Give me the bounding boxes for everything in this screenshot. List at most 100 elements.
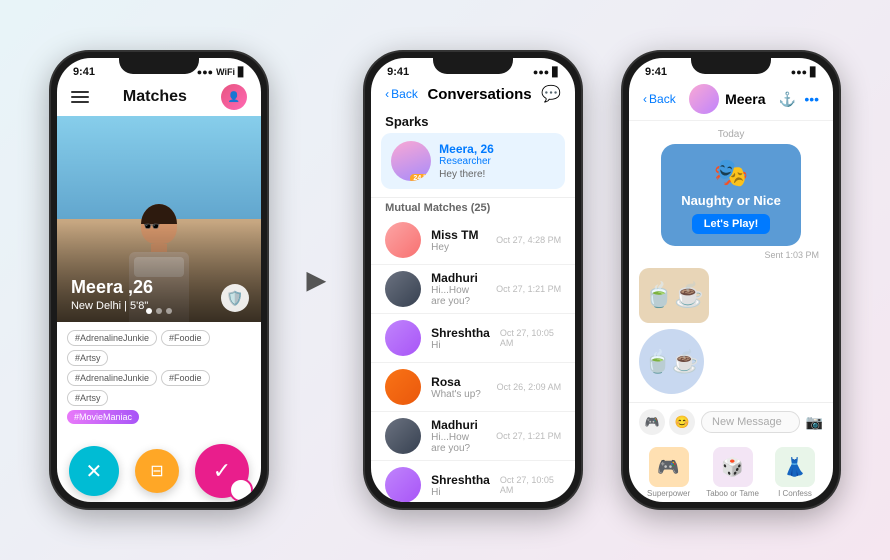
conv-avatar-4 [385,369,421,405]
conv-msg-4: What's up? [431,389,486,400]
superpower-label: Superpower [647,489,690,498]
bottom-stickers: 🎮 Superpower 🎲 Taboo or Tame 👗 I Confess [629,441,833,502]
conv-item-2[interactable]: Madhuri Hi...How are you? Oct 27, 1:21 P… [371,265,575,314]
conv-time-5: Oct 27, 1:21 PM [496,431,561,441]
anchor-icon[interactable]: ⚓ [779,91,796,108]
phone1-time: 9:41 [73,66,95,78]
stickers-area: 🍵☕ 🍵☕ [629,268,833,394]
tag-row-2: #AdrenalineJunkie #Foodie #Artsy [67,370,251,406]
phone3-wrapper: 9:41 ●●● ▊ ‹ Back Meera [621,50,841,510]
back-chevron: ‹ [385,87,389,101]
gamepad-icon[interactable]: 🎮 [639,409,665,435]
conv-title: Conversations [427,86,531,103]
hamburger-icon[interactable] [71,91,89,103]
sparkle-badge: ✦ [235,484,253,502]
matches-photo: 🕶️ Meera ,26 New Delhi | [57,116,261,322]
phone3-status-bar: 9:41 ●●● ▊ [629,58,833,80]
timer-badge: 24 hr [410,174,431,181]
conv-info-2: Madhuri Hi...How are you? [431,271,486,307]
sticker-taboo[interactable]: 🎲 Taboo or Tame [706,447,759,498]
sticker-row-1: 🍵☕ [639,268,823,323]
sparks-label: Sparks [371,110,575,133]
arrow-1: ▶ [307,266,325,295]
tea-circle-icon: 🍵☕ [644,349,699,375]
lets-play-button[interactable]: Let's Play! [692,214,771,234]
phone1-status-icons: ●●● WiFi ▊ [197,67,245,78]
phone2-status-bar: 9:41 ●●● ▊ [371,58,575,80]
message-icon[interactable]: 💬 [541,84,561,104]
sticker-superpower[interactable]: 🎮 Superpower [647,447,690,498]
chat-input-row: 🎮 😊 New Message 📷 [639,409,823,435]
dot-indicators [146,308,172,314]
spark-name: Meera, 26 [439,142,494,156]
game-card-container: 🎭 Naughty or Nice Let's Play! [629,144,833,250]
game-card-icon: 🎭 [677,156,785,189]
conv-item-4[interactable]: Rosa What's up? Oct 26, 2:09 AM [371,363,575,412]
phone2-time: 9:41 [387,66,409,78]
dot-3 [166,308,172,314]
conv-item-3[interactable]: Shreshtha Hi Oct 27, 10:05 AM [371,314,575,363]
dot-1 [146,308,152,314]
conv-name-3: Shreshtha [431,326,490,340]
tag-row-3: #MovieManiac [67,410,251,424]
p2-signal: ●●● [533,67,549,77]
tag-foodie2: #Foodie [161,370,210,386]
conv-avatar-2 [385,271,421,307]
conv-back-button[interactable]: ‹ Back [385,87,418,101]
conv-name-2: Madhuri [431,271,486,285]
more-icon[interactable]: ••• [804,91,819,108]
spark-item[interactable]: 24 hr Meera, 26 Researcher Hey there! [381,133,565,189]
conv-info-1: Miss TM Hey [431,228,486,253]
conv-avatar-3 [385,320,421,356]
action-buttons: ✕ ⊟ ✓ ✦ [57,436,261,502]
message-input[interactable]: New Message [701,411,800,433]
matches-profile-icon[interactable]: 👤 [221,84,247,110]
tag-partial: #MovieManiac [67,410,139,424]
conv-item-1[interactable]: Miss TM Hey Oct 27, 4:28 PM [371,216,575,265]
tag-row-1: #AdrenalineJunkie #Foodie #Artsy [67,330,251,366]
chat-back-chevron: ‹ [643,92,647,106]
back-label: Back [391,87,418,101]
conv-time-6: Oct 27, 10:05 AM [500,475,561,495]
game-card[interactable]: 🎭 Naughty or Nice Let's Play! [661,144,801,246]
spark-avatar: 24 hr [391,141,431,181]
camera-icon[interactable]: 📷 [806,414,823,431]
spark-role: Researcher [439,156,494,167]
chat-back-label: Back [649,92,676,106]
conv-avatar-5 [385,418,421,454]
reject-button[interactable]: ✕ [69,446,119,496]
chat-back-button[interactable]: ‹ Back [643,92,676,106]
conv-item-6[interactable]: Shreshtha Hi Oct 27, 10:05 AM [371,461,575,502]
phone2-wrapper: 9:41 ●●● ▊ ‹ Back Conversations 💬 [363,50,583,510]
conv-msg-6: Hi [431,487,490,498]
chat-avatar [689,84,719,114]
tag-foodie: #Foodie [161,330,210,346]
phone3-time: 9:41 [645,66,667,78]
conv-name-4: Rosa [431,375,486,389]
conv-name-5: Madhuri [431,418,486,432]
chat-user-info: Meera [689,84,765,114]
conv-item-5[interactable]: Madhuri Hi...How are you? Oct 27, 1:21 P… [371,412,575,461]
phone3: 9:41 ●●● ▊ ‹ Back Meera [621,50,841,510]
phone3-status-icons: ●●● ▊ [791,67,817,78]
tag-adrenaline2: #AdrenalineJunkie [67,370,157,386]
chat-date: Today [629,121,833,144]
bookmark-button[interactable]: ⊟ [135,449,179,493]
conv-msg-5: Hi...How are you? [431,432,486,454]
sticker-tea-1: 🍵☕ [639,268,709,323]
conv-info-4: Rosa What's up? [431,375,486,400]
game-card-title: Naughty or Nice [677,193,785,208]
conv-info-6: Shreshtha Hi [431,473,490,498]
conv-name-1: Miss TM [431,228,486,242]
accept-button[interactable]: ✓ ✦ [195,444,249,498]
sticker-confess[interactable]: 👗 I Confess [775,447,815,498]
conv-avatar-6 [385,467,421,502]
emoji-icon[interactable]: 😊 [669,409,695,435]
sticker-tea-2: 🍵☕ [639,329,704,394]
profile-details: New Delhi | 5'8" [71,300,153,312]
chat-input-area: 🎮 😊 New Message 📷 [629,402,833,441]
shield-badge: 🛡️ [221,284,249,312]
conv-time-2: Oct 27, 1:21 PM [496,284,561,294]
sent-time: Sent 1:03 PM [629,250,833,260]
phone1-wrapper: 9:41 ●●● WiFi ▊ Matches 👤 [49,50,269,510]
